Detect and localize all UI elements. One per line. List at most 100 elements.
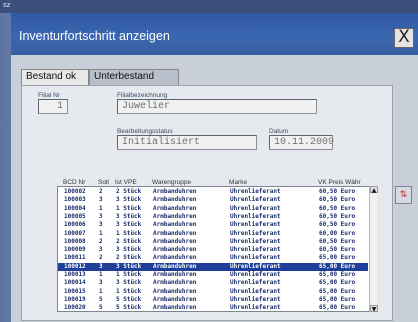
cell-warengruppe: Armbanduhren [153, 212, 197, 220]
sort-button[interactable]: ⇅ [395, 186, 412, 204]
datum-field[interactable]: 10.11.2009 [269, 135, 334, 150]
table-row[interactable]: 100012 3 3 Stück Armbanduhren Uhrenlieferant… [58, 262, 368, 272]
cell-ist: 3 Stück [116, 196, 142, 204]
dialog-window: Inventurfortschritt anzeigen X Bestand o… [11, 13, 418, 322]
table-row[interactable]: 100015 1 1 Stück Armbanduhren Uhrenlieferant… [58, 288, 368, 297]
cell-soll: 2 [99, 188, 103, 195]
cell-ist: 3 Stück [116, 262, 142, 270]
cell-soll: 3 [99, 221, 103, 229]
table-row[interactable]: 100007 1 1 Stück Armbanduhren Uhrenlieferant… [58, 230, 368, 239]
table-row[interactable]: 100011 2 2 Stück Armbanduhren Uhrenlieferant… [58, 254, 368, 263]
table-row[interactable]: 100004 1 1 Stück Armbanduhren Uhrenlieferant… [58, 205, 368, 214]
cell-vk-preis: 65,00 Euro [319, 262, 356, 270]
cell-warengruppe: Armbanduhren [153, 196, 197, 204]
filial-nr-field[interactable]: 1 [38, 99, 68, 114]
top-strip: sz [0, 0, 418, 13]
table-row[interactable]: 100013 1 1 Stück Armbanduhren Uhrenlieferant… [58, 271, 368, 280]
cell-warengruppe: Armbanduhren [153, 295, 197, 303]
scroll-down-arrow-icon[interactable]: ▼ [370, 305, 378, 313]
cell-vk-preis: 60,50 Euro [319, 246, 356, 254]
table-row[interactable]: 100009 3 3 Stück Armbanduhren Uhrenlieferant… [58, 246, 368, 255]
cell-ist: 5 Stück [116, 295, 142, 303]
cell-warengruppe: Armbanduhren [153, 287, 197, 295]
cell-vk-preis: 60,50 Euro [319, 188, 356, 195]
filial-nr-label: Filial Nr [38, 92, 61, 99]
cell-vk-preis: 60,50 Euro [319, 204, 356, 212]
cell-ist: 2 Stück [116, 188, 142, 195]
cell-bcd: 100007 [64, 229, 86, 237]
cell-warengruppe: Armbanduhren [153, 229, 197, 237]
article-table: 100002 2 2 Stück Armbanduhren Uhrenlieferant… [57, 186, 377, 312]
cell-bcd: 100009 [64, 246, 86, 254]
cell-soll: 1 [99, 271, 103, 278]
cell-marke: Uhrenlieferant [230, 271, 281, 278]
status-field[interactable]: Initialisiert [117, 135, 257, 150]
cell-soll: 2 [99, 254, 103, 262]
cell-marke: Uhrenlieferant [230, 304, 281, 312]
cell-soll: 3 [99, 262, 103, 270]
top-strip-label: sz [3, 1, 11, 9]
cell-bcd: 100008 [64, 237, 86, 245]
cell-ist: 3 Stück [116, 279, 142, 287]
cell-vk-preis: 60,50 Euro [319, 196, 356, 204]
cell-warengruppe: Armbanduhren [153, 304, 197, 312]
cell-marke: Uhrenlieferant [230, 254, 281, 262]
dialog-body: Bestand ok Unterbestand Filial Nr 1 Fili… [11, 55, 418, 322]
cell-ist: 1 Stück [116, 204, 142, 212]
col-header-bcd: BCD Nr [63, 179, 86, 186]
cell-marke: Uhrenlieferant [230, 246, 281, 254]
col-header-marke: Marke [229, 179, 248, 186]
table-row[interactable]: 100008 2 2 Stück Armbanduhren Uhrenlieferant… [58, 238, 368, 247]
cell-ist: 3 Stück [116, 221, 142, 229]
cell-bcd: 100012 [64, 262, 86, 270]
window-title: Inventurfortschritt anzeigen [19, 29, 170, 43]
table-row[interactable]: 100014 3 3 Stück Armbanduhren Uhrenlieferant… [58, 279, 368, 288]
cell-ist: 3 Stück [116, 246, 142, 254]
tab-unterbestand[interactable]: Unterbestand [89, 69, 179, 85]
cell-vk-preis: 65,00 Euro [319, 304, 356, 312]
cell-ist: 3 Stück [116, 212, 142, 220]
scroll-up-arrow-icon[interactable]: ▲ [370, 186, 378, 194]
cell-vk-preis: 60,50 Euro [319, 212, 356, 220]
cell-soll: 3 [99, 279, 103, 287]
cell-warengruppe: Armbanduhren [153, 204, 197, 212]
cell-bcd: 100015 [64, 287, 86, 295]
cell-bcd: 100020 [64, 304, 86, 312]
cell-bcd: 100011 [64, 254, 86, 262]
cell-bcd: 100002 [64, 188, 86, 195]
cell-ist: 1 Stück [116, 287, 142, 295]
tab-bestand-ok[interactable]: Bestand ok [21, 69, 89, 85]
close-button[interactable]: X [394, 28, 414, 48]
cell-marke: Uhrenlieferant [230, 188, 281, 195]
cell-bcd: 100014 [64, 279, 86, 287]
cell-soll: 3 [99, 212, 103, 220]
status-label: Bearbeitungsstatus [117, 128, 173, 135]
col-header-warengruppe: Warengruppe [152, 179, 192, 186]
table-row[interactable]: 100019 5 5 Stück Armbanduhren Uhrenlieferant… [58, 296, 368, 305]
table-scrollbar[interactable]: ▲ ▼ [369, 186, 378, 313]
cell-vk-preis: 65,00 Euro [319, 279, 356, 287]
col-header-soll: Soll [98, 179, 109, 186]
cell-ist: 5 Stück [116, 304, 142, 312]
table-row[interactable]: 100005 3 3 Stück Armbanduhren Uhrenlieferant… [58, 213, 368, 222]
table-row[interactable]: 100020 5 5 Stück Armbanduhren Uhrenlieferant… [58, 304, 368, 312]
cell-bcd: 100003 [64, 196, 86, 204]
cell-vk-preis: 60,00 Euro [319, 229, 356, 237]
filial-bez-label: Filialbezeichnung [117, 92, 168, 99]
cell-vk-preis: 65,00 Euro [319, 271, 356, 278]
cell-marke: Uhrenlieferant [230, 287, 281, 295]
cell-marke: Uhrenlieferant [230, 295, 281, 303]
cell-soll: 1 [99, 229, 103, 237]
cell-soll: 1 [99, 204, 103, 212]
table-row[interactable]: 100006 3 3 Stück Armbanduhren Uhrenlieferant… [58, 221, 368, 230]
filial-bez-field[interactable]: Juwelier [117, 99, 317, 114]
cell-warengruppe: Armbanduhren [153, 221, 197, 229]
table-row[interactable]: 100002 2 2 Stück Armbanduhren Uhrenlieferant… [58, 188, 368, 197]
title-bar: Inventurfortschritt anzeigen X [11, 13, 418, 55]
table-row[interactable]: 100003 3 3 Stück Armbanduhren Uhrenlieferant… [58, 196, 368, 205]
cell-warengruppe: Armbanduhren [153, 188, 197, 195]
sort-arrows-icon: ⇅ [399, 190, 408, 200]
cell-marke: Uhrenlieferant [230, 221, 281, 229]
cell-marke: Uhrenlieferant [230, 262, 281, 270]
cell-soll: 3 [99, 196, 103, 204]
